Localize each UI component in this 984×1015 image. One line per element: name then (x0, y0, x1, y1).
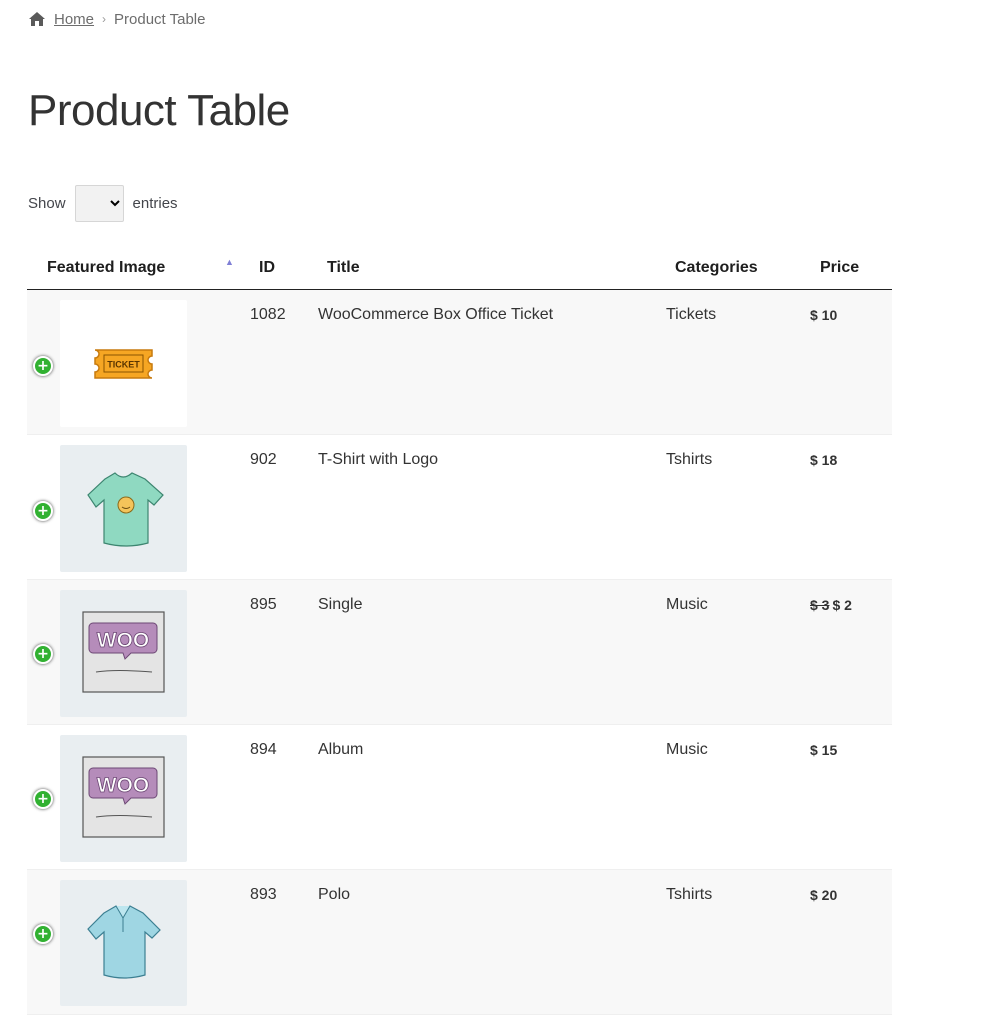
chevron-right-icon: › (102, 12, 107, 26)
svg-text:TICKET: TICKET (107, 360, 140, 370)
title-cell: WooCommerce Box Office Ticket (318, 289, 666, 435)
featured-image-cell: + TICKET (27, 289, 239, 435)
entries-length-control: Show entries (28, 185, 178, 222)
column-header-categories[interactable]: Categories (666, 246, 810, 290)
breadcrumb-current: Product Table (114, 10, 206, 28)
table-row: + WOO 895 Single Music $ 3 $ 2 (27, 579, 892, 725)
table-row: + 902 T-Shirt with Logo Tshirts $ 18 (27, 434, 892, 580)
id-cell: 894 (239, 724, 318, 870)
woo-single-image[interactable]: WOO (60, 590, 187, 717)
breadcrumb-home-link[interactable]: Home (54, 11, 94, 28)
plus-circle-icon[interactable]: + (33, 924, 53, 944)
sort-ascending-icon: ▲ (225, 257, 234, 267)
regular-price: $ 3 (810, 597, 830, 613)
woo-album-image[interactable]: WOO (60, 735, 187, 862)
tshirt-graphic (87, 472, 164, 547)
table-row: + TICKET 1082 WooCommerce Box Office Tic… (27, 289, 892, 435)
table-header-row: Featured Image ▲ ID Title Categories Pri… (27, 246, 892, 290)
plus-circle-icon[interactable]: + (33, 356, 53, 376)
woo-album-graphic: WOO (82, 756, 165, 838)
polo-image[interactable] (60, 880, 187, 1006)
category-cell: Tshirts (666, 869, 810, 1015)
plus-circle-icon[interactable]: + (33, 501, 53, 521)
ticket-image[interactable]: TICKET (60, 300, 187, 427)
woo-single-graphic: WOO (82, 611, 165, 693)
id-cell: 1082 (239, 289, 318, 435)
title-cell: Polo (318, 869, 666, 1015)
breadcrumb: Home › Product Table (28, 9, 205, 29)
page-title: Product Table (28, 86, 290, 135)
entries-label: entries (132, 195, 178, 212)
featured-image-cell: + WOO (27, 579, 239, 725)
title-cell: Single (318, 579, 666, 725)
svg-text:WOO: WOO (97, 629, 150, 652)
id-cell: 895 (239, 579, 318, 725)
current-price: $ 18 (810, 452, 838, 468)
featured-image-cell: + (27, 434, 239, 580)
current-price: $ 10 (810, 307, 838, 323)
ticket-graphic: TICKET (94, 349, 153, 379)
plus-circle-icon[interactable]: + (33, 644, 53, 664)
title-cell: Album (318, 724, 666, 870)
category-cell: Tickets (666, 289, 810, 435)
current-price: $ 15 (810, 742, 838, 758)
category-cell: Tshirts (666, 434, 810, 580)
id-cell: 902 (239, 434, 318, 580)
column-header-title[interactable]: Title (318, 246, 666, 290)
tshirt-logo-image[interactable] (60, 445, 187, 572)
column-header-price[interactable]: Price (810, 246, 892, 290)
price-cell: $ 10 (810, 289, 892, 435)
sale-price: $ 2 (832, 597, 852, 613)
polo-graphic (87, 905, 161, 979)
id-cell: 893 (239, 869, 318, 1015)
column-header-id[interactable]: ID (239, 246, 318, 290)
price-cell: $ 15 (810, 724, 892, 870)
category-cell: Music (666, 579, 810, 725)
entries-select[interactable] (74, 185, 124, 222)
table-row: + WOO 894 Album Music $ 15 (27, 724, 892, 870)
category-cell: Music (666, 724, 810, 870)
current-price: $ 20 (810, 887, 838, 903)
column-header-featured-image[interactable]: Featured Image ▲ (27, 246, 239, 290)
featured-image-cell: + (27, 869, 239, 1015)
plus-circle-icon[interactable]: + (33, 789, 53, 809)
table-row: + 893 Polo Tshirts $ 20 (27, 869, 892, 1015)
show-label: Show (28, 195, 66, 212)
price-cell: $ 3 $ 2 (810, 579, 892, 725)
title-cell: T-Shirt with Logo (318, 434, 666, 580)
featured-image-cell: + WOO (27, 724, 239, 870)
price-cell: $ 20 (810, 869, 892, 1015)
product-table: Featured Image ▲ ID Title Categories Pri… (27, 246, 892, 1015)
svg-text:WOO: WOO (97, 774, 150, 797)
price-cell: $ 18 (810, 434, 892, 580)
home-icon (29, 12, 45, 26)
